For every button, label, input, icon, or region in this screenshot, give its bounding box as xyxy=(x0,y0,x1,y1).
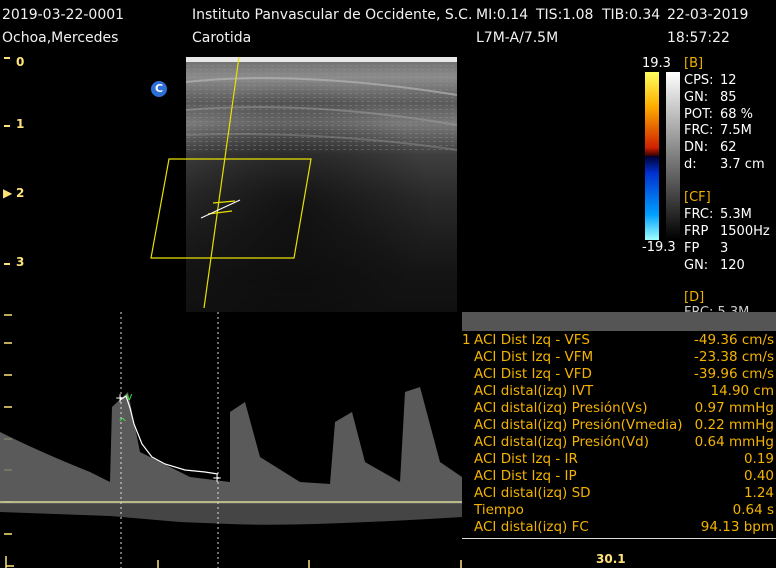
measurement-value: 1.24 xyxy=(743,485,774,501)
doppler-spectrum[interactable]: + v ^ + xyxy=(0,312,462,568)
cf-param-key: FRP xyxy=(684,224,709,239)
cf-param-value: 5.3M xyxy=(720,207,752,222)
b-param-value: 85 xyxy=(720,90,737,105)
b-param-key: DN: xyxy=(684,140,709,155)
measurement-value: 0.40 xyxy=(743,468,774,484)
b-param-value: 3.7 cm xyxy=(720,157,765,172)
grayscale-bar xyxy=(666,72,680,240)
measurement-label: ACI distal(izq) IVT xyxy=(474,383,594,399)
measurement-value: 14.90 cm xyxy=(710,383,774,399)
b-param-value: 7.5M xyxy=(720,123,752,138)
measurement-label: ACI Dist Izq - IP xyxy=(474,468,577,484)
measurement-row: ACI distal(izq) Presión(Vs) 0.97 mmHg xyxy=(462,400,776,417)
cf-param-value: 3 xyxy=(720,241,729,256)
cf-param-key: FP xyxy=(684,241,700,256)
measurement-value: -49.36 cm/s xyxy=(694,332,774,348)
svg-text:v: v xyxy=(126,390,133,403)
cf-section-title: [CF] xyxy=(684,190,711,205)
b-param-value: 68 % xyxy=(720,107,754,122)
b-param-key: d: xyxy=(684,157,697,172)
color-velocity-bar xyxy=(645,72,659,240)
b-section-title: [B] xyxy=(684,56,704,71)
measurement-row: 1 ACI Dist Izq - VFS -49.36 cm/s xyxy=(462,332,776,349)
svg-text:+: + xyxy=(115,391,125,405)
measurement-value: -39.96 cm/s xyxy=(694,366,774,382)
d-section-partial: FRC: 5.3M xyxy=(684,305,749,312)
measurement-label: ACI distal(izq) SD xyxy=(474,485,591,501)
measurement-value: 0.19 xyxy=(743,451,774,467)
color-box xyxy=(150,158,312,259)
measurement-label: ACI Dist Izq - VFS xyxy=(474,332,590,348)
measurement-header xyxy=(462,312,776,331)
cf-param-value: 1500Hz xyxy=(720,224,770,239)
colorbar-min: -19.3 xyxy=(642,240,676,255)
measurement-label: ACI Dist Izq - VFD xyxy=(474,366,592,382)
cf-param-key: FRC: xyxy=(684,207,714,222)
measurement-row: Tiempo 0.64 s xyxy=(462,502,776,519)
b-param-key: CPS: xyxy=(684,73,714,88)
d-section-title: [D] xyxy=(684,290,705,305)
measurement-value: -23.38 cm/s xyxy=(694,349,774,365)
measurement-row: ACI distal(izq) IVT 14.90 cm xyxy=(462,383,776,400)
measurement-row: ACI distal(izq) FC 94.13 bpm xyxy=(462,519,776,536)
cf-param-value: 120 xyxy=(720,258,745,273)
measurement-label: Tiempo xyxy=(474,502,524,518)
measurement-value: 94.13 bpm xyxy=(700,519,774,535)
measurement-row: ACI distal(izq) SD 1.24 xyxy=(462,485,776,502)
measurement-label: ACI distal(izq) Presión(Vmedia) xyxy=(474,417,683,433)
measurement-row: ACI Dist Izq - IP 0.40 xyxy=(462,468,776,485)
svg-text:+: + xyxy=(212,471,222,485)
measurement-label: ACI distal(izq) Presión(Vs) xyxy=(474,400,648,416)
measurement-value: 0.97 mmHg xyxy=(694,400,774,416)
measurement-row: ACI Dist Izq - IR 0.19 xyxy=(462,451,776,468)
colorbar-max: 19.3 xyxy=(642,56,671,71)
measurement-separator xyxy=(462,538,776,539)
measurement-label: ACI distal(izq) Presión(Vd) xyxy=(474,434,649,450)
b-param-key: POT: xyxy=(684,107,713,122)
measurement-label: ACI Dist Izq - VFM xyxy=(474,349,594,365)
svg-text:^: ^ xyxy=(118,416,127,429)
image-marker: C xyxy=(151,81,167,97)
cf-param-key: GN: xyxy=(684,258,709,273)
measurement-value: 0.22 mmHg xyxy=(694,417,774,433)
measurement-row: ACI Dist Izq - VFD -39.96 cm/s xyxy=(462,366,776,383)
measurement-label: ACI distal(izq) FC xyxy=(474,519,589,535)
measurement-row: ACI distal(izq) Presión(Vmedia) 0.22 mmH… xyxy=(462,417,776,434)
b-param-value: 12 xyxy=(720,73,737,88)
b-param-key: FRC: xyxy=(684,123,714,138)
measurement-value: 0.64 s xyxy=(732,502,774,518)
measurement-label: ACI Dist Izq - IR xyxy=(474,451,578,467)
measurement-row: ACI distal(izq) Presión(Vd) 0.64 mmHg xyxy=(462,434,776,451)
b-param-value: 62 xyxy=(720,140,737,155)
measurement-index: 1 xyxy=(462,332,471,348)
b-param-key: GN: xyxy=(684,90,709,105)
bottom-readout: 30.1 xyxy=(596,552,626,566)
measurement-value: 0.64 mmHg xyxy=(694,434,774,450)
measurement-row: ACI Dist Izq - VFM -23.38 cm/s xyxy=(462,349,776,366)
